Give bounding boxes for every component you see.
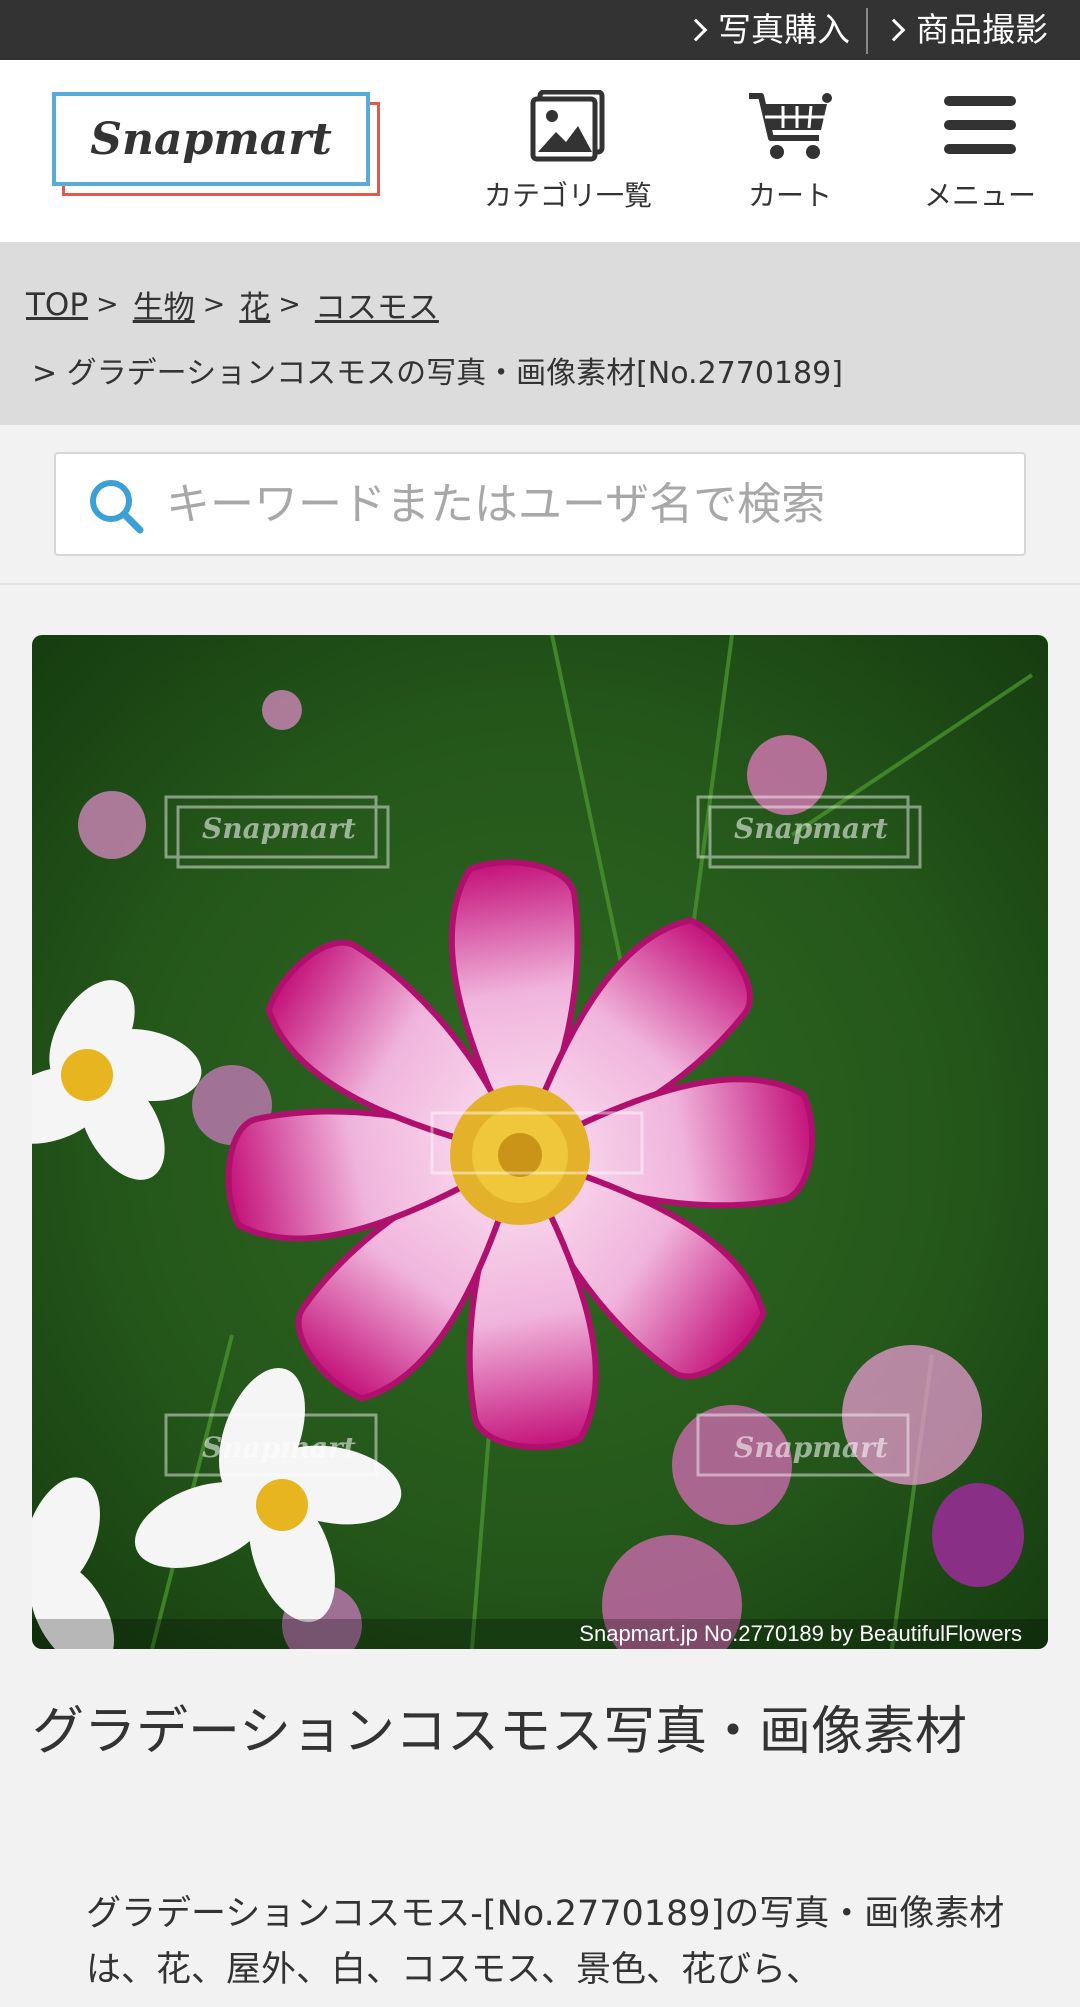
- search-input[interactable]: [166, 464, 1006, 544]
- cart-button[interactable]: カート: [730, 90, 850, 214]
- logo-frame: Snapmart: [52, 92, 370, 186]
- product-photography-label: 商品撮影: [916, 10, 1048, 49]
- watermark-text: Snapmart: [734, 812, 888, 845]
- cosmos-flower-image: Snapmart Snapmart Snapmart Snapmart: [32, 635, 1048, 1649]
- photo-credit: Snapmart.jp No.2770189 by BeautifulFlowe…: [579, 1621, 1022, 1646]
- watermark-text: Snapmart: [202, 1431, 356, 1464]
- photo-purchase-label: 写真購入: [718, 10, 850, 49]
- breadcrumb-links: TOP > 生物 > 花 > コスモス: [26, 282, 439, 327]
- breadcrumb-item-top[interactable]: TOP: [26, 287, 88, 323]
- photo-purchase-link[interactable]: 写真購入: [684, 0, 850, 60]
- logo-text: Snapmart: [90, 113, 332, 165]
- main-photo[interactable]: Snapmart Snapmart Snapmart Snapmart Snap…: [32, 635, 1048, 1649]
- cart-icon: [749, 93, 832, 159]
- breadcrumb-item-creatures[interactable]: 生物: [133, 282, 195, 327]
- search-box[interactable]: [54, 452, 1026, 556]
- breadcrumb-item-flower[interactable]: 花: [239, 282, 270, 327]
- breadcrumb-current-page: > グラデーションコスモスの写真・画像素材[No.2770189]: [32, 356, 843, 391]
- top-utility-bar: 写真購入 商品撮影: [0, 0, 1080, 60]
- page-title: グラデーションコスモス写真・画像素材: [32, 1702, 967, 1762]
- menu-button[interactable]: メニュー: [920, 90, 1040, 214]
- photo-credit-bar: Snapmart.jp No.2770189 by BeautifulFlowe…: [32, 1619, 1048, 1649]
- breadcrumb: TOP > 生物 > 花 > コスモス > グラデーションコスモスの写真・画像素…: [0, 242, 1080, 425]
- product-photography-link[interactable]: 商品撮影: [882, 0, 1048, 60]
- site-header: Snapmart カテゴリ一覧 カート メニュー: [0, 60, 1080, 242]
- watermark-text: Snapmart: [202, 812, 356, 845]
- cart-label: カート: [747, 179, 832, 212]
- search-section: [0, 425, 1080, 585]
- search-icon: [90, 480, 144, 534]
- breadcrumb-separator: >: [278, 289, 301, 320]
- breadcrumb-item-cosmos[interactable]: コスモス: [315, 282, 439, 327]
- watermark-text: Snapmart: [734, 1431, 888, 1464]
- category-list-label: カテゴリ一覧: [483, 179, 652, 212]
- chevron-right-icon: [684, 18, 708, 42]
- topbar-divider: [866, 8, 868, 54]
- menu-label: メニュー: [923, 179, 1036, 212]
- snapmart-logo[interactable]: Snapmart: [52, 92, 382, 196]
- hamburger-menu-icon: [944, 96, 1016, 154]
- image-icon: [530, 90, 605, 162]
- breadcrumb-separator: >: [96, 289, 119, 320]
- breadcrumb-separator: >: [202, 289, 226, 320]
- category-list-button[interactable]: カテゴリ一覧: [478, 90, 658, 214]
- photo-description: グラデーションコスモス-[No.2770189]の写真・画像素材は、花、屋外、白…: [86, 1894, 1005, 1990]
- chevron-right-icon: [882, 18, 906, 42]
